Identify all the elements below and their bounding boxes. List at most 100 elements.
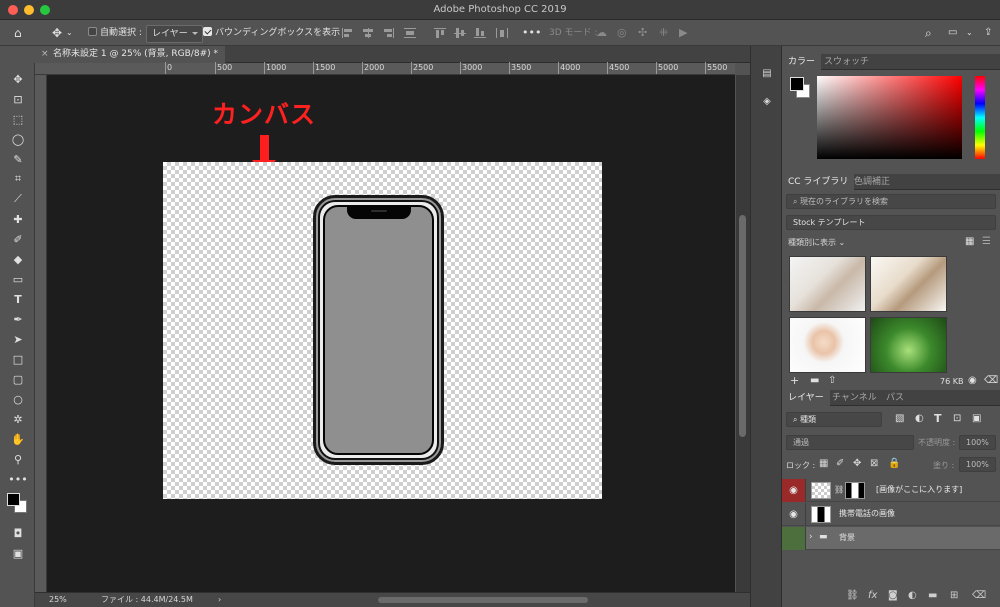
distribute-vertical-icon[interactable]: [404, 28, 416, 38]
trash-icon[interactable]: ⌫: [984, 375, 998, 386]
align-center-horizontal-icon[interactable]: [362, 28, 374, 38]
horizontal-scrollbar-thumb[interactable]: [378, 597, 588, 603]
filter-smart-object-icon[interactable]: ▣: [972, 413, 981, 424]
color-picker-field[interactable]: [817, 76, 962, 159]
auto-select-checkbox[interactable]: [88, 27, 97, 36]
layer-name[interactable]: 携帯電話の画像: [839, 508, 895, 519]
stock-thumbnail-family[interactable]: [870, 256, 947, 312]
link-icon[interactable]: ⛓: [834, 485, 844, 494]
stock-thumbnail-forest[interactable]: [870, 317, 947, 373]
document-tab[interactable]: × 名称未設定 1 @ 25% (背景, RGB/8#) *: [35, 46, 225, 63]
vertical-scrollbar[interactable]: [736, 75, 750, 592]
filter-shape-icon[interactable]: ⊡: [953, 413, 961, 424]
view-by-dropdown[interactable]: 種類別に表示 ⌄: [788, 237, 845, 248]
screen-mode-icon[interactable]: ▣: [9, 545, 27, 561]
align-bottom-icon[interactable]: [474, 28, 486, 38]
adjustment-layer-icon[interactable]: ◐: [908, 590, 917, 601]
tab-layers[interactable]: レイヤー: [782, 390, 830, 406]
search-icon[interactable]: ⌕: [925, 25, 932, 41]
new-group-icon[interactable]: ▬: [928, 590, 937, 601]
align-middle-vertical-icon[interactable]: [454, 28, 466, 38]
align-left-icon[interactable]: [342, 28, 354, 38]
layer-filter-select[interactable]: ⌕ 種類: [786, 412, 882, 427]
visibility-eye-icon[interactable]: ◉: [782, 479, 806, 502]
hue-slider[interactable]: [975, 76, 985, 159]
lock-artboard-icon[interactable]: ⊠: [870, 458, 878, 469]
hand-tool-icon[interactable]: ✋: [9, 431, 27, 447]
stock-thumbnail-child[interactable]: [789, 317, 866, 373]
zoom-level[interactable]: 25%: [49, 593, 67, 607]
fill-input[interactable]: 100%: [959, 457, 996, 472]
lasso-tool-icon[interactable]: ◯: [9, 131, 27, 147]
new-layer-icon[interactable]: ⊞: [950, 590, 958, 601]
foreground-color-swatch[interactable]: [790, 77, 804, 91]
quick-mask-icon[interactable]: ◘: [9, 525, 27, 541]
upload-icon[interactable]: ⇧: [828, 375, 836, 386]
rectangle-tool-icon[interactable]: □: [9, 351, 27, 367]
filter-adjustment-icon[interactable]: ◐: [915, 413, 924, 424]
tab-adjustments[interactable]: 色調補正: [848, 174, 896, 190]
quick-select-tool-icon[interactable]: ✎: [9, 151, 27, 167]
canvas-workspace[interactable]: カンバス: [47, 75, 735, 592]
tab-channels[interactable]: チャンネル: [826, 390, 883, 406]
chevron-down-icon[interactable]: ⌄: [966, 25, 973, 41]
type-tool-icon[interactable]: T: [9, 291, 27, 307]
tab-cc-libraries[interactable]: CC ライブラリ: [782, 174, 855, 190]
custom-shape-tool-icon[interactable]: ✲: [9, 411, 27, 427]
bounding-box-checkbox[interactable]: [203, 27, 212, 36]
visibility-eye-icon[interactable]: ◉: [782, 503, 806, 526]
share-icon[interactable]: ⇪: [984, 25, 992, 41]
3d-panel-icon[interactable]: ◈: [760, 96, 774, 110]
pen-tool-icon[interactable]: ✒: [9, 311, 27, 327]
layer-mask-thumbnail[interactable]: [845, 482, 865, 499]
stock-thumbnail-business[interactable]: [789, 256, 866, 312]
marquee-tool-icon[interactable]: ⬚: [9, 111, 27, 127]
orbit-3d-icon[interactable]: ☁: [596, 25, 607, 41]
filter-pixel-icon[interactable]: ▧: [895, 413, 904, 424]
link-layers-icon[interactable]: ⛓: [846, 590, 859, 601]
lock-all-icon[interactable]: 🔒: [888, 458, 900, 469]
document-canvas[interactable]: [163, 162, 602, 499]
chevron-right-icon[interactable]: ›: [809, 532, 813, 542]
video-camera-icon[interactable]: ▶: [679, 25, 687, 41]
delete-layer-icon[interactable]: ⌫: [972, 590, 986, 601]
more-tools-icon[interactable]: •••: [8, 471, 27, 487]
crop-tool-icon[interactable]: ⌗: [9, 171, 27, 187]
status-arrow-icon[interactable]: ›: [218, 593, 221, 607]
align-top-icon[interactable]: [434, 28, 446, 38]
lock-transparent-icon[interactable]: ▦: [819, 458, 828, 469]
layer-name[interactable]: [画像がここに入ります]: [876, 484, 962, 495]
layer-row[interactable]: ◉ ⛓ [画像がここに入ります]: [782, 479, 1000, 502]
grid-view-icon[interactable]: ▦: [965, 236, 974, 247]
distribute-horizontal-icon[interactable]: [496, 28, 508, 38]
blend-mode-select[interactable]: 通過: [786, 435, 914, 450]
folder-icon[interactable]: ▬: [810, 375, 819, 386]
home-icon[interactable]: ⌂: [14, 25, 22, 41]
bounding-box-option[interactable]: バウンディングボックスを表示: [203, 25, 340, 41]
gradient-tool-icon[interactable]: ▭: [9, 271, 27, 287]
list-view-icon[interactable]: ☰: [982, 236, 991, 247]
move-tool-icon[interactable]: ✥: [52, 25, 62, 41]
more-options-icon[interactable]: •••: [522, 25, 541, 41]
close-icon[interactable]: ×: [41, 46, 49, 63]
history-panel-icon[interactable]: ▤: [760, 68, 774, 82]
eraser-tool-icon[interactable]: ◆: [9, 251, 27, 267]
lock-position-icon[interactable]: ✥: [853, 458, 861, 469]
vertical-scrollbar-thumb[interactable]: [739, 215, 746, 437]
brush-tool-icon[interactable]: ✐: [9, 231, 27, 247]
filter-type-icon[interactable]: T: [934, 412, 942, 425]
library-select[interactable]: Stock テンプレート: [786, 215, 996, 230]
chevron-down-icon[interactable]: ⌄: [66, 25, 73, 41]
zoom-tool-icon[interactable]: ⚲: [9, 451, 27, 467]
tab-color[interactable]: カラー: [782, 54, 822, 70]
path-selection-tool-icon[interactable]: ➤: [9, 331, 27, 347]
layer-row[interactable]: › ▬ 背景: [782, 527, 1000, 550]
eyedropper-tool-icon[interactable]: ⟋: [9, 191, 27, 207]
library-search-input[interactable]: ⌕ 現在のライブラリを検索: [786, 194, 996, 209]
artboard-tool-icon[interactable]: ⊡: [9, 91, 27, 107]
pan-3d-icon[interactable]: ✣: [638, 25, 647, 41]
layer-row[interactable]: ◉ 携帯電話の画像: [782, 503, 1000, 526]
add-mask-icon[interactable]: ◙: [888, 590, 898, 601]
lock-image-icon[interactable]: ✐: [836, 458, 844, 469]
tab-paths[interactable]: パス: [880, 390, 910, 406]
